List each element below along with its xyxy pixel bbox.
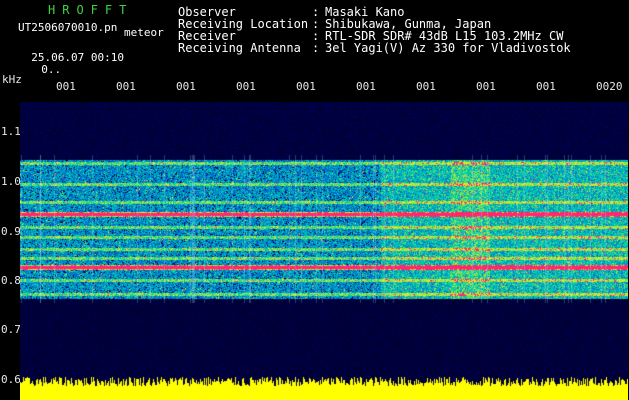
x-tick-label: 001 — [536, 80, 556, 93]
app-title: HROFFT — [48, 3, 134, 17]
y-tick-label: 0.7 — [1, 323, 21, 336]
y-tick-label: 0.9 — [1, 225, 21, 238]
filename-label: UT2506070010.pn — [18, 21, 118, 34]
y-tick-label: 0.6 — [1, 373, 21, 386]
timestamp-label: 25.06.07 00:10 0.. — [18, 40, 124, 76]
x-tick-label: 001 — [476, 80, 496, 93]
mode-label: meteor — [124, 26, 164, 39]
x-tick-label: 001 — [236, 80, 256, 93]
y-tick-label: 1.1 — [1, 125, 21, 138]
x-tick-label: 001 — [116, 80, 136, 93]
y-axis-unit: kHz — [2, 73, 22, 86]
y-tick-label: 0.8 — [1, 274, 21, 287]
antenna-value: 3el Yagi(V) Az 330 for Vladivostok — [325, 41, 571, 55]
colon: : — [312, 41, 320, 55]
x-tick-label: 001 — [356, 80, 376, 93]
x-tick-label: 0020 — [596, 80, 623, 93]
x-tick-label: 001 — [296, 80, 316, 93]
x-tick-label: 001 — [176, 80, 196, 93]
x-tick-label: 001 — [56, 80, 76, 93]
y-tick-label: 1.0 — [1, 175, 21, 188]
antenna-label: Receiving Antenna — [178, 41, 301, 55]
waterfall-spectrogram — [20, 102, 628, 400]
x-tick-label: 001 — [416, 80, 436, 93]
counter-label: 0.. — [41, 63, 62, 76]
